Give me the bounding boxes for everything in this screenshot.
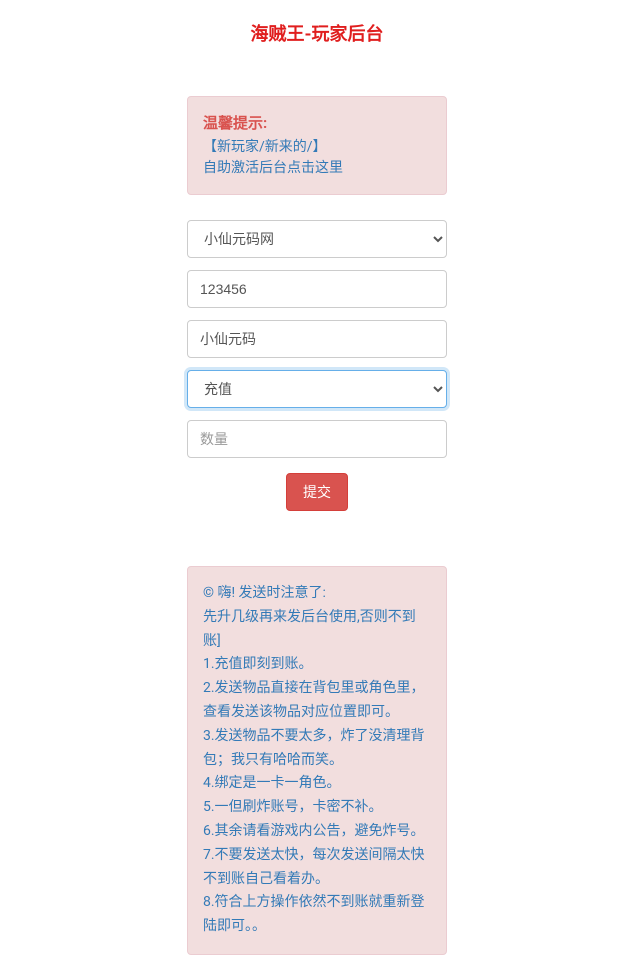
quantity-input[interactable]	[187, 420, 447, 458]
character-input[interactable]	[187, 320, 447, 358]
notice-content: © 嗨! 发送时注意了: 先升几级再来发后台使用,否则不到账] 1.充值即刻到账…	[203, 582, 431, 939]
server-select[interactable]: 小仙元码网	[187, 220, 447, 258]
page-title: 海贼王-玩家后台	[0, 20, 634, 46]
tip-alert: 温馨提示: 【新玩家/新来的/】 自助激活后台点击这里	[187, 96, 447, 195]
submit-button[interactable]: 提交	[286, 473, 348, 511]
action-select[interactable]: 充值	[187, 370, 447, 408]
account-input[interactable]	[187, 270, 447, 308]
notice-alert: © 嗨! 发送时注意了: 先升几级再来发后台使用,否则不到账] 1.充值即刻到账…	[187, 566, 447, 955]
tip-new-player-link[interactable]: 【新玩家/新来的/】	[203, 137, 431, 158]
tip-activate-link[interactable]: 自助激活后台点击这里	[203, 158, 431, 179]
tip-title: 温馨提示:	[203, 112, 431, 133]
